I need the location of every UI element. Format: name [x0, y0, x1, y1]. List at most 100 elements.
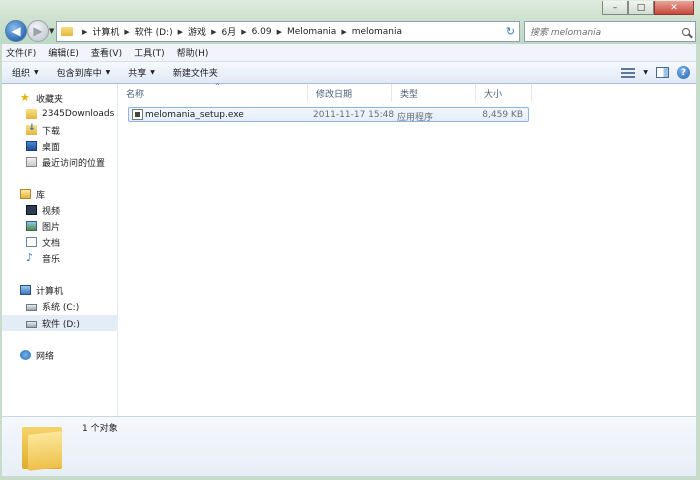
refresh-icon: ↻ — [505, 25, 516, 38]
new-folder-label: 新建文件夹 — [172, 69, 218, 79]
chevron-right-icon[interactable]: ▶ — [341, 28, 346, 36]
view-details-icon[interactable] — [621, 67, 636, 78]
sidebar-item-label: 图片 — [42, 222, 61, 233]
recent-pages-dropdown[interactable]: ▼ — [49, 27, 54, 35]
computer-icon — [20, 285, 31, 295]
breadcrumb: ▶ 计算机 ▶ 软件 (D:) ▶ 游戏 ▶ 6月 ▶ 6.09 ▶ Melom… — [77, 25, 402, 39]
menu-file[interactable]: 文件(F) — [6, 46, 36, 59]
star-icon: ★ — [20, 91, 30, 104]
file-type: 应用程序 — [397, 113, 434, 123]
help-icon[interactable]: ? — [677, 66, 690, 79]
recent-icon — [26, 157, 37, 167]
download-icon — [26, 123, 37, 135]
search-placeholder: 搜索 melomania — [530, 28, 602, 38]
exe-icon — [132, 109, 143, 120]
sidebar-item-libraries[interactable]: 库 — [0, 186, 137, 202]
chevron-down-icon[interactable]: ▼ — [643, 69, 648, 76]
forward-button[interactable]: ▶ — [27, 20, 49, 42]
sidebar-item-label: 桌面 — [42, 142, 61, 153]
breadcrumb-item[interactable]: 6.09 — [252, 27, 272, 37]
chevron-down-icon: ▼ — [105, 69, 111, 76]
maximize-button[interactable]: □ — [628, 1, 654, 15]
search-input[interactable]: 搜索 melomania — [524, 21, 696, 42]
folder-icon — [61, 27, 73, 36]
column-header-date[interactable]: 修改日期 — [308, 84, 392, 102]
chevron-right-icon[interactable]: ▶ — [82, 28, 87, 36]
sidebar-item-label: 软件 (D:) — [42, 319, 80, 330]
menu-help[interactable]: 帮助(H) — [177, 46, 209, 59]
refresh-button[interactable]: ↻ — [502, 21, 520, 42]
chevron-right-icon[interactable]: ▶ — [211, 28, 216, 36]
breadcrumb-item[interactable]: 游戏 — [188, 25, 206, 38]
column-header-size[interactable]: 大小 — [476, 84, 532, 102]
file-list: 名称 ⌃ 修改日期 类型 大小 melomania_setup.exe 2011… — [118, 82, 696, 416]
new-folder-button[interactable]: 新建文件夹 — [173, 66, 218, 79]
command-bar: 组织 ▼ 包含到库中 ▼ 共享 ▼ 新建文件夹 ▼ ? — [0, 62, 700, 84]
view-controls: ▼ ? — [621, 66, 690, 79]
include-in-library-label: 包含到库中 — [56, 69, 102, 79]
close-button[interactable]: ✕ — [654, 1, 694, 15]
search-icon[interactable] — [682, 27, 690, 36]
sidebar-item-label: 系统 (C:) — [42, 302, 80, 313]
sort-ascending-icon: ⌃ — [214, 82, 221, 91]
chevron-right-icon[interactable]: ▶ — [241, 28, 246, 36]
breadcrumb-item[interactable]: Melomania — [287, 27, 336, 37]
column-header-label: 类型 — [400, 89, 419, 100]
title-bar: – □ ✕ ◀ ▶ ▼ ▶ 计算机 ▶ 软件 (D:) ▶ 游戏 ▶ 6月 ▶ … — [0, 0, 700, 44]
forward-arrow-icon: ▶ — [33, 24, 43, 38]
menu-tools[interactable]: 工具(T) — [134, 46, 165, 59]
picture-icon — [26, 221, 37, 231]
file-name: melomania_setup.exe — [145, 110, 244, 120]
sidebar-item-label: 2345Downloads — [42, 109, 115, 119]
window-controls: – □ ✕ — [602, 1, 694, 15]
breadcrumb-item[interactable]: 6月 — [221, 25, 236, 38]
menu-view[interactable]: 查看(V) — [91, 46, 122, 59]
sidebar-item-favorites[interactable]: ★ 收藏夹 — [0, 90, 137, 106]
breadcrumb-item[interactable]: 软件 (D:) — [135, 25, 173, 38]
details-pane: 1 个对象 — [0, 416, 696, 477]
navigation-pane: ★ 收藏夹 2345Downloads 下载 桌面 最近访问的位置 库 视频 — [0, 84, 143, 416]
folder-icon — [26, 109, 37, 119]
sidebar-item-network[interactable]: 网络 — [0, 347, 137, 363]
include-in-library-button[interactable]: 包含到库中 ▼ — [57, 66, 111, 79]
organize-button[interactable]: 组织 ▼ — [12, 66, 39, 79]
sidebar-item-computer[interactable]: 计算机 — [0, 282, 137, 298]
breadcrumb-item[interactable]: melomania — [352, 27, 402, 37]
explorer-window: – □ ✕ ◀ ▶ ▼ ▶ 计算机 ▶ 软件 (D:) ▶ 游戏 ▶ 6月 ▶ … — [0, 0, 700, 480]
item-count: 1 个对象 — [82, 424, 118, 434]
sidebar-item-label: 下载 — [42, 126, 61, 137]
column-header-label: 修改日期 — [316, 89, 353, 100]
window-border — [696, 44, 700, 480]
chevron-right-icon[interactable]: ▶ — [277, 28, 282, 36]
sidebar-item-label: 视频 — [42, 206, 61, 217]
file-size: 8,459 KB — [482, 110, 523, 120]
back-button[interactable]: ◀ — [5, 20, 27, 42]
sidebar-item-label: 音乐 — [42, 254, 61, 265]
breadcrumb-item[interactable]: 计算机 — [92, 25, 119, 38]
table-row[interactable]: melomania_setup.exe 2011-11-17 15:48 应用程… — [128, 107, 529, 123]
share-label: 共享 — [128, 69, 147, 79]
sidebar-item-label: 网络 — [36, 351, 55, 362]
music-icon: ♪ — [26, 251, 34, 264]
library-icon — [20, 189, 31, 199]
column-header-label: 名称 — [126, 89, 145, 100]
file-date: 2011-11-17 15:48 — [313, 110, 395, 120]
sidebar-item-label: 文档 — [42, 238, 61, 249]
column-header-label: 大小 — [484, 89, 503, 100]
chevron-down-icon: ▼ — [150, 69, 155, 76]
minimize-button[interactable]: – — [602, 1, 628, 15]
chevron-right-icon[interactable]: ▶ — [178, 28, 183, 36]
preview-pane-icon[interactable] — [656, 67, 669, 78]
drive-icon — [26, 320, 37, 328]
chevron-down-icon: ▼ — [34, 69, 39, 76]
sidebar-item-label: 库 — [36, 190, 46, 201]
column-header-type[interactable]: 类型 — [392, 84, 476, 102]
address-bar[interactable]: ▶ 计算机 ▶ 软件 (D:) ▶ 游戏 ▶ 6月 ▶ 6.09 ▶ Melom… — [56, 21, 520, 42]
share-button[interactable]: 共享 ▼ — [128, 66, 155, 79]
back-arrow-icon: ◀ — [11, 24, 21, 38]
chevron-right-icon[interactable]: ▶ — [124, 28, 129, 36]
organize-label: 组织 — [12, 69, 31, 79]
column-header-name[interactable]: 名称 ⌃ — [118, 82, 308, 102]
menu-edit[interactable]: 编辑(E) — [48, 46, 79, 59]
document-icon — [26, 237, 37, 247]
